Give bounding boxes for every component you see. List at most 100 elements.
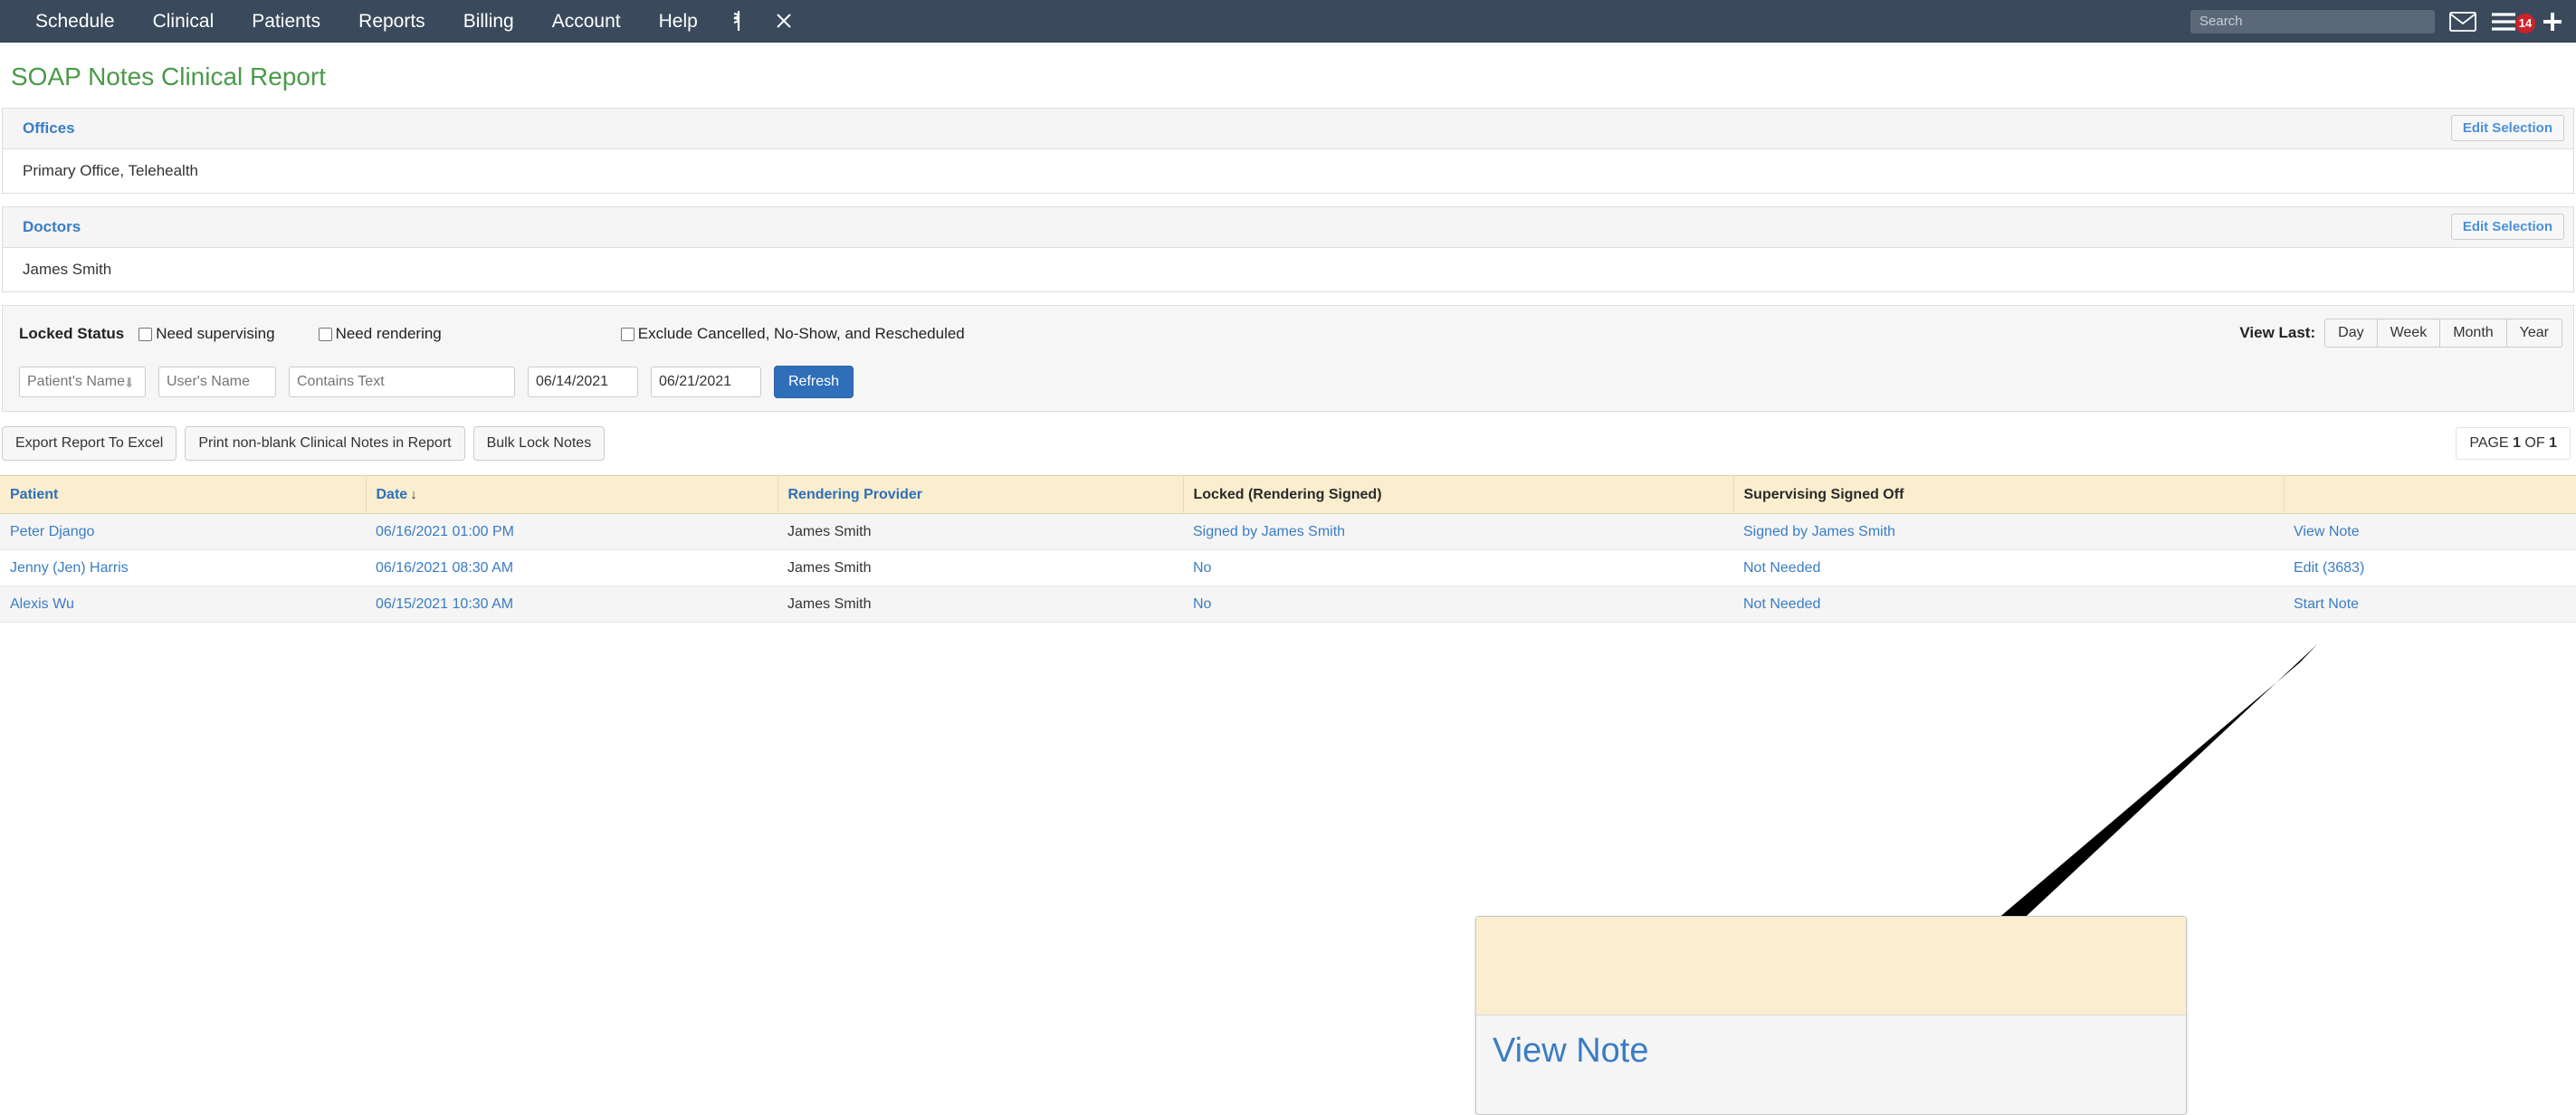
cell-supervising: Not Needed	[1733, 549, 2284, 586]
page-total-number: 1	[2549, 435, 2557, 451]
col-header-rendering-provider-label: Rendering Provider	[787, 486, 922, 502]
date-link[interactable]: 06/15/2021 10:30 AM	[376, 596, 513, 612]
nav-item-schedule[interactable]: Schedule	[16, 0, 134, 43]
need-supervising-checkbox[interactable]: Need supervising	[138, 325, 275, 343]
offices-value: Primary Office, Telehealth	[23, 162, 199, 179]
view-last-group: View Last: Day Week Month Year	[2239, 319, 2562, 348]
need-supervising-label: Need supervising	[156, 325, 275, 342]
date-to-input[interactable]	[651, 367, 761, 397]
checkbox-box-exclude[interactable]	[620, 327, 634, 341]
cell-provider: James Smith	[778, 549, 1183, 586]
close-icon[interactable]	[760, 12, 807, 30]
cell-locked: No	[1183, 586, 1733, 623]
exclude-cancelled-checkbox[interactable]: Exclude Cancelled, No-Show, and Reschedu…	[620, 325, 965, 343]
patient-link[interactable]: Jenny (Jen) Harris	[10, 560, 129, 576]
supervising-link[interactable]: Signed by James Smith	[1743, 524, 1895, 539]
patient-name-input[interactable]	[19, 367, 146, 397]
table-header: Patient Date ↓ Rendering Provider Locked …	[0, 475, 2576, 514]
view-note-link[interactable]: View Note	[2294, 524, 2360, 539]
nav-items: Schedule Clinical Patients Reports Billi…	[0, 0, 807, 42]
cell-supervising: Not Needed	[1733, 586, 2284, 623]
locked-link[interactable]: No	[1193, 560, 1211, 576]
col-header-locked[interactable]: Locked (Rendering Signed)	[1183, 475, 1734, 514]
page-of-label: OF	[2524, 435, 2545, 451]
refresh-button[interactable]: Refresh	[774, 366, 854, 398]
view-last-segmented-control: Day Week Month Year	[2324, 319, 2562, 348]
nav-item-reports[interactable]: Reports	[339, 0, 444, 43]
export-report-to-excel-button[interactable]: Export Report To Excel	[2, 426, 177, 461]
arrow-pointer	[1801, 644, 2317, 1057]
soap-notes-table: Patient Date ↓ Rendering Provider Locked …	[0, 475, 2576, 623]
page-current-number: 1	[2513, 435, 2521, 451]
view-last-year-button[interactable]: Year	[2505, 319, 2562, 348]
nav-item-billing[interactable]: Billing	[444, 0, 533, 43]
supervising-link[interactable]: Not Needed	[1743, 560, 1820, 576]
bulk-lock-notes-button[interactable]: Bulk Lock Notes	[472, 426, 606, 461]
page-indicator: PAGE 1 OF 1	[2456, 427, 2571, 460]
cell-patient: Jenny (Jen) Harris	[0, 549, 366, 586]
view-last-month-button[interactable]: Month	[2439, 319, 2506, 348]
table-row: Jenny (Jen) Harris 06/16/2021 08:30 AM J…	[0, 549, 2576, 586]
view-last-label: View Last:	[2239, 324, 2316, 341]
col-header-locked-label: Locked (Rendering Signed)	[1193, 486, 1382, 502]
cell-action: Edit (3683)	[2284, 549, 2576, 586]
start-note-link[interactable]: Start Note	[2294, 596, 2359, 612]
col-header-patient-label: Patient	[10, 486, 59, 502]
cell-action: View Note	[2284, 513, 2576, 550]
col-header-action	[2284, 475, 2576, 514]
table-row: Alexis Wu 06/15/2021 10:30 AM James Smit…	[0, 586, 2576, 623]
nav-item-patients[interactable]: Patients	[233, 0, 339, 43]
nav-item-clinical[interactable]: Clinical	[134, 0, 234, 43]
callout-view-note-link[interactable]: View Note	[1493, 1032, 1649, 1070]
view-last-week-button[interactable]: Week	[2376, 319, 2440, 348]
doctors-edit-selection-button[interactable]: Edit Selection	[2450, 214, 2564, 240]
envelope-icon[interactable]	[2449, 11, 2476, 32]
patient-link[interactable]: Alexis Wu	[10, 596, 74, 612]
notification-badge: 14	[2515, 13, 2535, 33]
cell-date: 06/16/2021 01:00 PM	[366, 513, 778, 550]
page-prefix-label: PAGE	[2469, 435, 2509, 451]
cell-patient: Peter Django	[0, 513, 366, 550]
col-header-patient[interactable]: Patient	[0, 475, 367, 514]
nav-item-account[interactable]: Account	[533, 0, 640, 43]
print-clinical-notes-button[interactable]: Print non-blank Clinical Notes in Report	[185, 426, 465, 461]
col-header-supervising[interactable]: Supervising Signed Off	[1733, 475, 2285, 514]
offices-edit-selection-button[interactable]: Edit Selection	[2450, 115, 2564, 141]
edit-note-link[interactable]: Edit (3683)	[2294, 560, 2364, 576]
exclude-cancelled-label: Exclude Cancelled, No-Show, and Reschedu…	[637, 325, 965, 342]
col-header-date[interactable]: Date ↓	[366, 475, 778, 514]
cell-patient: Alexis Wu	[0, 586, 366, 623]
need-rendering-label: Need rendering	[335, 325, 442, 342]
search-input[interactable]	[2190, 9, 2435, 33]
doctors-panel: Doctors Edit Selection James Smith	[2, 206, 2574, 292]
col-header-rendering-provider[interactable]: Rendering Provider	[778, 475, 1184, 514]
sort-descending-icon: ↓	[410, 486, 417, 502]
date-from-input[interactable]	[528, 367, 638, 397]
table-header-row: Patient Date ↓ Rendering Provider Locked …	[0, 475, 2576, 514]
locked-link[interactable]: Signed by James Smith	[1193, 524, 1345, 539]
doctors-value: James Smith	[23, 261, 112, 278]
offices-panel: Offices Edit Selection Primary Office, T…	[2, 108, 2574, 194]
locked-link[interactable]: No	[1193, 596, 1211, 612]
col-header-date-label: Date	[376, 486, 408, 502]
nav-item-help[interactable]: Help	[640, 0, 717, 43]
patient-link[interactable]: Peter Django	[10, 524, 94, 539]
checkbox-box-need-rendering[interactable]	[318, 327, 332, 341]
cell-supervising: Signed by James Smith	[1733, 513, 2284, 550]
date-link[interactable]: 06/16/2021 01:00 PM	[376, 524, 514, 539]
cell-provider: James Smith	[778, 586, 1183, 623]
supervising-link[interactable]: Not Needed	[1743, 596, 1820, 612]
filter-row-inputs: ⬇ Refresh	[19, 366, 2562, 398]
plus-icon[interactable]	[2542, 11, 2563, 33]
checkbox-box-need-supervising[interactable]	[138, 327, 153, 341]
locked-status-label: Locked Status	[19, 325, 125, 342]
user-name-input[interactable]	[158, 367, 276, 397]
nav-right-group: 14	[2190, 0, 2563, 43]
date-link[interactable]: 06/16/2021 08:30 AM	[376, 560, 513, 576]
view-last-day-button[interactable]: Day	[2324, 319, 2377, 348]
contains-text-input[interactable]	[289, 367, 515, 397]
hamburger-menu-icon[interactable]: 14	[2491, 12, 2535, 33]
caduceus-icon[interactable]	[717, 10, 760, 32]
need-rendering-checkbox[interactable]: Need rendering	[318, 325, 442, 343]
offices-heading: Offices	[23, 119, 75, 137]
